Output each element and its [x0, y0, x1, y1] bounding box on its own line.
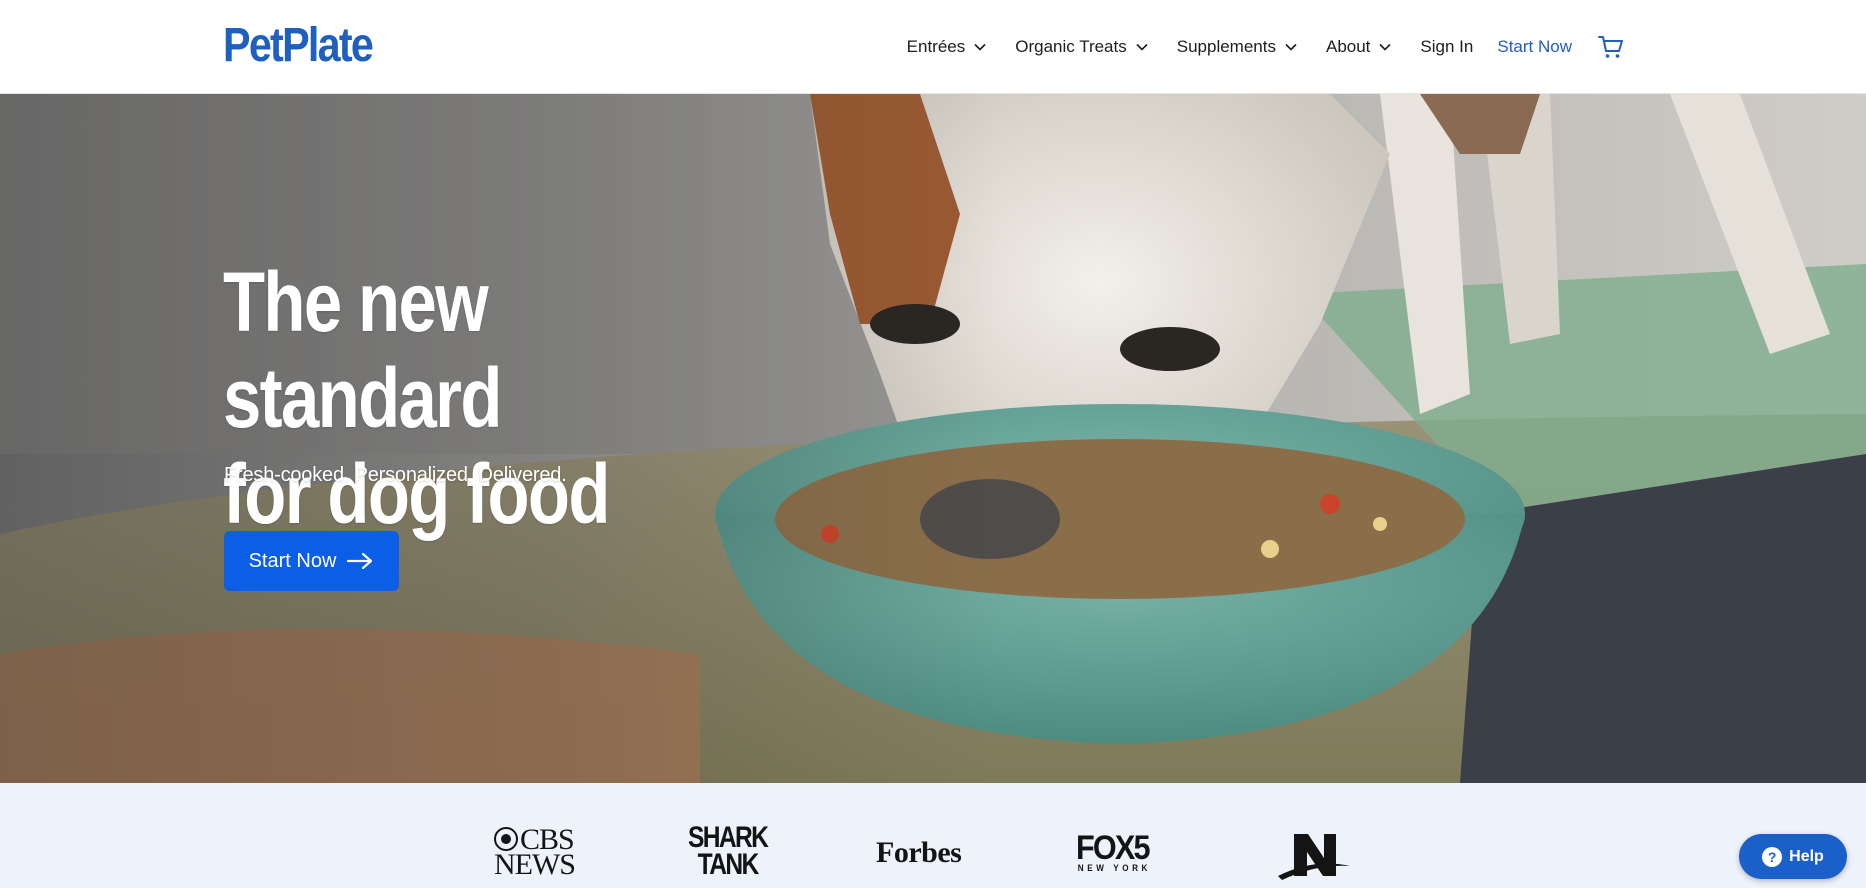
nav-item-label: About [1325, 37, 1371, 56]
chevron-down-icon [1379, 43, 1391, 51]
chevron-down-icon [974, 43, 986, 51]
nbc-n-logo [1278, 834, 1350, 880]
sign-in-link[interactable]: Sign In [1420, 37, 1473, 57]
hero-button-label: Start Now [248, 549, 337, 572]
press-logos: CBS NEWS SHARK TANK Forbes FOX5 NEW YORK [0, 783, 1866, 888]
chevron-down-icon [1136, 43, 1148, 51]
hero-subtitle: Fresh-cooked. Personalized. Delivered. [224, 464, 567, 486]
tank-text: TANK [697, 848, 760, 881]
nav-item-label: Organic Treats [1015, 37, 1127, 56]
nav-item-organic-treats[interactable]: Organic Treats [1015, 37, 1149, 57]
fox5-logo: FOX5 NEW YORK [1076, 831, 1152, 873]
nav-item-supplements[interactable]: Supplements [1177, 37, 1298, 57]
forbes-logo: Forbes [876, 836, 962, 869]
hero-start-now-button[interactable]: Start Now [224, 531, 399, 591]
nav-item-entrees[interactable]: Entrées [907, 37, 988, 57]
arrow-right-icon [347, 552, 373, 570]
nav-item-label: Supplements [1176, 37, 1276, 56]
cart-icon[interactable] [1598, 34, 1624, 60]
help-icon: ? [1762, 846, 1783, 867]
hero-section: The new standard for dog food Fresh-cook… [0, 94, 1866, 783]
chevron-down-icon [1285, 43, 1297, 51]
help-label: Help [1789, 847, 1824, 865]
help-button[interactable]: ? Help [1739, 834, 1847, 879]
fox5-subtext: NEW YORK [1077, 863, 1152, 873]
nav-item-about[interactable]: About [1326, 37, 1392, 57]
start-now-link[interactable]: Start Now [1497, 37, 1572, 57]
fox5-text: FOX5 [1076, 829, 1151, 867]
cbs-news-logo: CBS NEWS [494, 825, 576, 880]
petplate-logo[interactable]: PetPlate [223, 19, 374, 73]
nav-item-label: Entrées [906, 37, 966, 56]
hero-title: The new standard for dog food [223, 254, 748, 542]
shark-tank-logo: SHARK TANK [688, 823, 769, 881]
hero-title-line-2: for dog food [223, 447, 610, 541]
hero-title-line-1: The new standard [223, 255, 502, 445]
site-header: PetPlate Entrées Organic Treats Suppleme… [0, 0, 1866, 94]
main-nav: Entrées Organic Treats Supplements About… [907, 0, 1624, 94]
cbs-news-text: NEWS [494, 848, 576, 881]
